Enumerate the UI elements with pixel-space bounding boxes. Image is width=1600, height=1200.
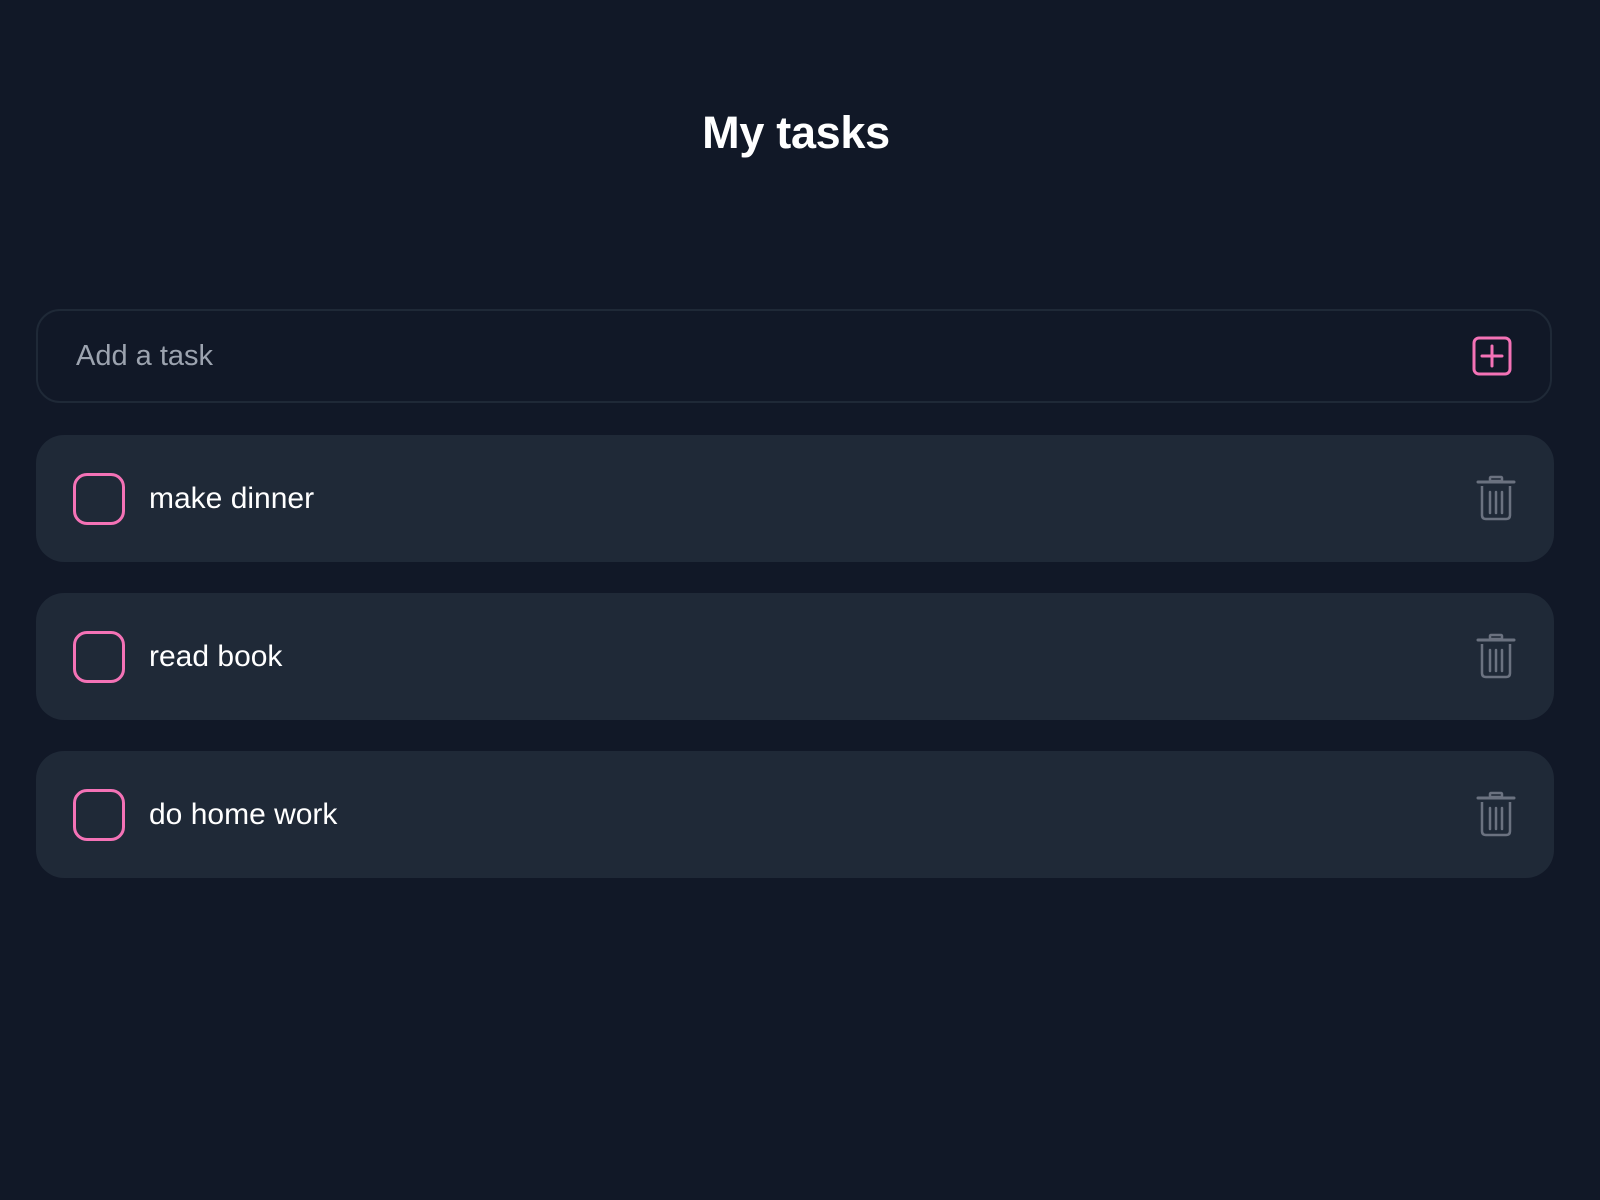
plus-square-icon bbox=[1472, 336, 1512, 376]
delete-task-button[interactable] bbox=[1474, 791, 1518, 837]
task-label: make dinner bbox=[149, 482, 315, 515]
task-list: make dinner read book do home work bbox=[36, 435, 1554, 909]
checkbox-icon[interactable] bbox=[73, 789, 125, 841]
add-task-input[interactable] bbox=[76, 311, 1416, 401]
delete-task-button[interactable] bbox=[1474, 633, 1518, 679]
task-label: read book bbox=[149, 640, 283, 673]
page-title: My tasks bbox=[702, 107, 890, 158]
task-item: read book bbox=[36, 593, 1554, 720]
add-task-button[interactable] bbox=[1472, 336, 1512, 376]
add-task-form bbox=[36, 309, 1552, 403]
todo-app: My tasks make dinner bbox=[0, 0, 1600, 1200]
checkbox-icon[interactable] bbox=[73, 631, 125, 683]
trash-icon bbox=[1476, 633, 1516, 679]
task-item: make dinner bbox=[36, 435, 1554, 562]
checkbox-icon[interactable] bbox=[73, 473, 125, 525]
task-label: do home work bbox=[149, 798, 338, 831]
task-item: do home work bbox=[36, 751, 1554, 878]
trash-icon bbox=[1476, 791, 1516, 837]
trash-icon bbox=[1476, 475, 1516, 521]
delete-task-button[interactable] bbox=[1474, 475, 1518, 521]
